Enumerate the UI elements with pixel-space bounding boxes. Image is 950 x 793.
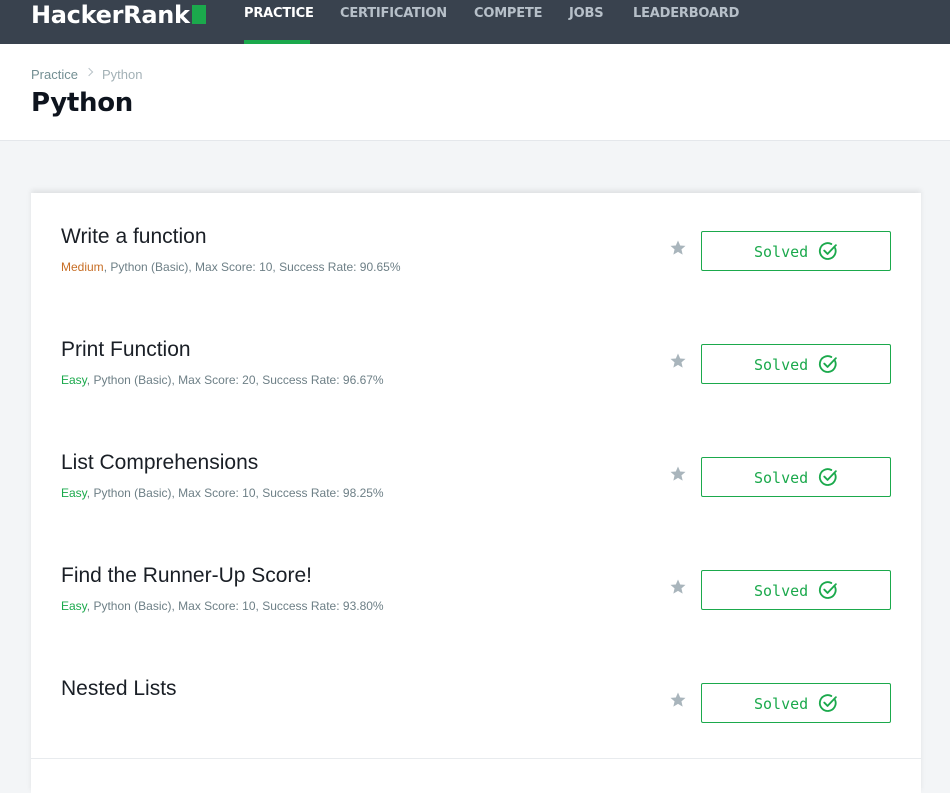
check-circle-icon: [818, 468, 837, 486]
solved-button[interactable]: Solved: [701, 231, 891, 271]
solved-button[interactable]: Solved: [701, 344, 891, 384]
challenge-list: Write a function Medium, Python (Basic),…: [31, 193, 921, 793]
challenge-details: , Python (Basic), Max Score: 10, Success…: [103, 260, 401, 274]
challenge-meta: Easy, Python (Basic), Max Score: 10, Suc…: [61, 486, 384, 500]
check-circle-icon: [818, 694, 837, 712]
logo-square-icon: [191, 5, 206, 24]
challenge-card[interactable]: Nested Lists Solved: [31, 645, 921, 759]
solved-label: Solved: [754, 356, 809, 374]
star-icon[interactable]: [669, 691, 687, 709]
check-circle-icon: [818, 355, 837, 373]
top-navbar: HackerRank PRACTICE CERTIFICATION COMPET…: [0, 0, 950, 44]
page-title: Python: [31, 88, 133, 118]
challenge-card[interactable]: Write a function Medium, Python (Basic),…: [31, 193, 921, 307]
check-circle-icon: [818, 242, 837, 260]
challenge-details: , Python (Basic), Max Score: 10, Success…: [86, 599, 384, 613]
nav-practice[interactable]: PRACTICE: [244, 0, 314, 44]
challenge-details: , Python (Basic), Max Score: 20, Success…: [86, 373, 384, 387]
star-icon[interactable]: [669, 465, 687, 483]
solved-label: Solved: [754, 243, 809, 261]
difficulty-label: Easy: [61, 373, 87, 387]
challenge-title[interactable]: Nested Lists: [61, 677, 177, 701]
page-header: Practice Python Python: [0, 44, 950, 141]
challenge-meta: Easy, Python (Basic), Max Score: 20, Suc…: [61, 373, 384, 387]
solved-label: Solved: [754, 695, 809, 713]
nav-leaderboard[interactable]: LEADERBOARD: [633, 0, 739, 44]
breadcrumb-python: Python: [102, 67, 143, 82]
nav-compete[interactable]: COMPETE: [474, 0, 542, 44]
star-icon[interactable]: [669, 352, 687, 370]
challenge-title[interactable]: Write a function: [61, 225, 207, 249]
hackerrank-logo[interactable]: HackerRank: [31, 1, 206, 29]
difficulty-label: Easy: [61, 599, 87, 613]
difficulty-label: Medium: [61, 260, 104, 274]
challenge-card[interactable]: Find the Runner-Up Score! Easy, Python (…: [31, 532, 921, 646]
challenge-card[interactable]: Print Function Easy, Python (Basic), Max…: [31, 306, 921, 420]
challenge-title[interactable]: List Comprehensions: [61, 451, 258, 475]
challenge-details: , Python (Basic), Max Score: 10, Success…: [86, 486, 384, 500]
nav-certification[interactable]: CERTIFICATION: [340, 0, 447, 44]
chevron-right-icon: [84, 67, 94, 77]
difficulty-label: Easy: [61, 486, 87, 500]
solved-label: Solved: [754, 582, 809, 600]
nav-jobs[interactable]: JOBS: [569, 0, 604, 44]
solved-button[interactable]: Solved: [701, 457, 891, 497]
check-circle-icon: [818, 581, 837, 599]
solved-button[interactable]: Solved: [701, 683, 891, 723]
challenge-meta: Medium, Python (Basic), Max Score: 10, S…: [61, 260, 401, 274]
challenge-title[interactable]: Find the Runner-Up Score!: [61, 564, 312, 588]
challenge-card[interactable]: List Comprehensions Easy, Python (Basic)…: [31, 419, 921, 533]
logo-text: HackerRank: [31, 1, 190, 29]
solved-label: Solved: [754, 469, 809, 487]
challenge-title[interactable]: Print Function: [61, 338, 191, 362]
star-icon[interactable]: [669, 578, 687, 596]
breadcrumb-practice[interactable]: Practice: [31, 67, 78, 82]
challenge-meta: Easy, Python (Basic), Max Score: 10, Suc…: [61, 599, 384, 613]
solved-button[interactable]: Solved: [701, 570, 891, 610]
star-icon[interactable]: [669, 239, 687, 257]
